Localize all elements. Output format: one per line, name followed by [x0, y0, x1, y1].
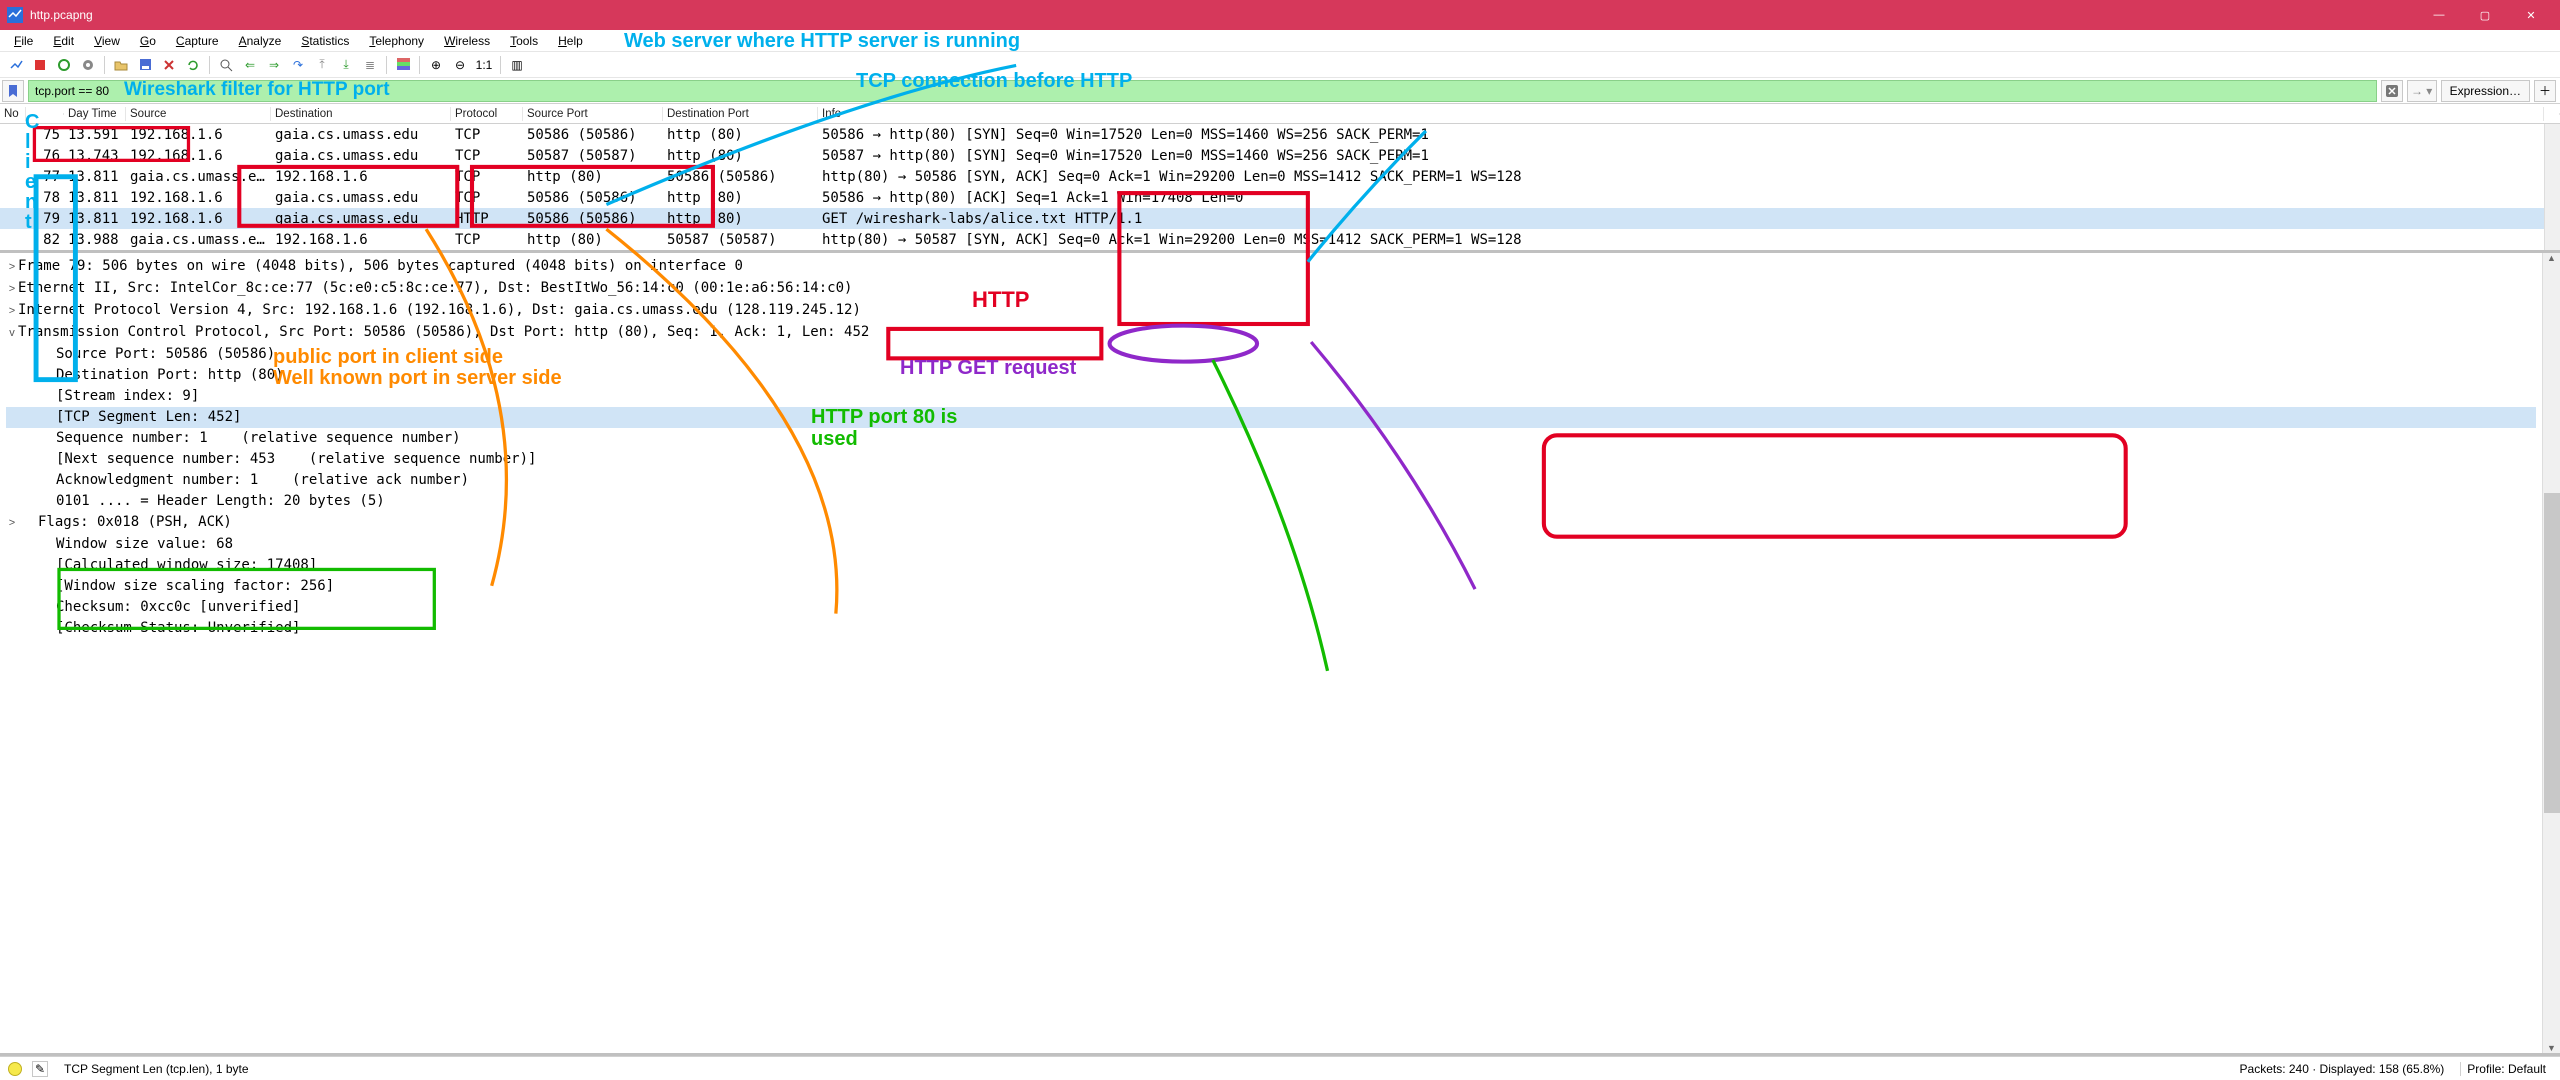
col-time[interactable]: Day Time — [64, 107, 126, 121]
detail-line[interactable]: [TCP Segment Len: 452] — [6, 407, 2536, 428]
menu-telephony[interactable]: Telephony — [359, 32, 434, 50]
packet-row[interactable]: 7613.743192.168.1.6gaia.cs.umass.eduTCP5… — [0, 145, 2560, 166]
col-source[interactable]: Source — [126, 107, 271, 121]
menu-capture[interactable]: Capture — [166, 32, 229, 50]
toolbar-goto-first-icon[interactable]: ⤒ — [312, 55, 332, 75]
detail-line[interactable]: [Checksum Status: Unverified] — [6, 618, 2536, 639]
display-filter-input[interactable] — [28, 80, 2377, 102]
filter-add-button[interactable]: ＋ — [2534, 80, 2556, 102]
col-info[interactable]: Info — [818, 107, 2544, 121]
detail-line[interactable]: >Ethernet II, Src: IntelCor_8c:ce:77 (5c… — [6, 278, 2536, 300]
detail-line[interactable]: Source Port: 50586 (50586) — [6, 344, 2536, 365]
window-titlebar: http.pcapng — ▢ ✕ — [0, 0, 2560, 30]
packet-list-pane[interactable]: No Day Time Source Destination Protocol … — [0, 104, 2560, 253]
filter-bookmark-icon[interactable] — [2, 80, 24, 102]
toolbar-restart-capture-icon[interactable] — [54, 55, 74, 75]
detail-line[interactable]: [Next sequence number: 453 (relative seq… — [6, 449, 2536, 470]
filter-apply-button[interactable]: → ▾ — [2407, 80, 2437, 102]
toolbar-resize-columns-icon[interactable]: ▥ — [507, 55, 527, 75]
menu-wireless[interactable]: Wireless — [434, 32, 500, 50]
packet-row[interactable]: 7913.811192.168.1.6gaia.cs.umass.eduHTTP… — [0, 208, 2560, 229]
detail-line[interactable]: >Flags: 0x018 (PSH, ACK) — [6, 512, 2536, 534]
toolbar-separator — [419, 56, 420, 74]
packet-row[interactable]: 8213.988gaia.cs.umass.e…192.168.1.6TCPht… — [0, 229, 2560, 250]
toolbar-separator — [500, 56, 501, 74]
toolbar-start-capture-icon[interactable] — [6, 55, 26, 75]
status-field-info: TCP Segment Len (tcp.len), 1 byte — [58, 1062, 255, 1076]
detail-line[interactable]: >Frame 79: 506 bytes on wire (4048 bits)… — [6, 256, 2536, 278]
details-scrollbar[interactable]: ▲▼ — [2542, 253, 2560, 1053]
toolbar-close-icon[interactable] — [159, 55, 179, 75]
menu-statistics[interactable]: Statistics — [291, 32, 359, 50]
toolbar-open-icon[interactable] — [111, 55, 131, 75]
window-minimize-button[interactable]: — — [2416, 0, 2462, 30]
status-packet-counts: Packets: 240 · Displayed: 158 (65.8%) — [2234, 1062, 2451, 1076]
detail-line[interactable]: Checksum: 0xcc0c [unverified] — [6, 597, 2536, 618]
col-blank — [26, 113, 64, 115]
toolbar-stop-capture-icon[interactable] — [30, 55, 50, 75]
toolbar-save-icon[interactable] — [135, 55, 155, 75]
packet-details-pane[interactable]: >Frame 79: 506 bytes on wire (4048 bits)… — [0, 253, 2560, 1056]
toolbar-colorize-icon[interactable] — [393, 55, 413, 75]
main-toolbar: ⇐ ⇒ ↷ ⤒ ⤓ ≣ ⊕ ⊖ 1:1 ▥ — [0, 52, 2560, 78]
toolbar-zoom-in-icon[interactable]: ⊕ — [426, 55, 446, 75]
packet-row[interactable]: 7513.591192.168.1.6gaia.cs.umass.eduTCP5… — [0, 124, 2560, 145]
status-bar: ✎ TCP Segment Len (tcp.len), 1 byte Pack… — [0, 1056, 2560, 1080]
status-profile[interactable]: Profile: Default — [2460, 1062, 2552, 1076]
scrollbar-thumb[interactable] — [2544, 493, 2560, 813]
detail-line[interactable]: [Window size scaling factor: 256] — [6, 576, 2536, 597]
col-no[interactable]: No — [0, 107, 26, 121]
toolbar-options-icon[interactable] — [78, 55, 98, 75]
detail-line[interactable]: Sequence number: 1 (relative sequence nu… — [6, 428, 2536, 449]
window-maximize-button[interactable]: ▢ — [2462, 0, 2508, 30]
detail-line[interactable]: 0101 .... = Header Length: 20 bytes (5) — [6, 491, 2536, 512]
packet-list-scrollbar[interactable] — [2544, 124, 2560, 250]
col-protocol[interactable]: Protocol — [451, 107, 523, 121]
toolbar-jump-icon[interactable]: ↷ — [288, 55, 308, 75]
menu-edit[interactable]: Edit — [43, 32, 84, 50]
app-logo-icon — [6, 6, 24, 24]
menu-view[interactable]: View — [84, 32, 130, 50]
packet-list-header[interactable]: No Day Time Source Destination Protocol … — [0, 104, 2560, 124]
toolbar-reload-icon[interactable] — [183, 55, 203, 75]
menu-tools[interactable]: Tools — [500, 32, 548, 50]
packet-row[interactable]: 7713.811gaia.cs.umass.e…192.168.1.6TCPht… — [0, 166, 2560, 187]
toolbar-find-icon[interactable] — [216, 55, 236, 75]
toolbar-zoom-reset-icon[interactable]: 1:1 — [474, 55, 494, 75]
toolbar-separator — [209, 56, 210, 74]
menu-go[interactable]: Go — [130, 32, 166, 50]
menu-help[interactable]: Help — [548, 32, 593, 50]
col-destination[interactable]: Destination — [271, 107, 451, 121]
edit-capture-comment-icon[interactable]: ✎ — [32, 1061, 48, 1077]
menu-analyze[interactable]: Analyze — [229, 32, 292, 50]
detail-line[interactable]: vTransmission Control Protocol, Src Port… — [6, 322, 2536, 344]
detail-line[interactable]: [Calculated window size: 17408] — [6, 555, 2536, 576]
toolbar-separator — [104, 56, 105, 74]
filter-clear-button[interactable] — [2381, 80, 2403, 102]
toolbar-autoscroll-icon[interactable]: ≣ — [360, 55, 380, 75]
window-title: http.pcapng — [30, 8, 2416, 22]
toolbar-separator — [386, 56, 387, 74]
window-close-button[interactable]: ✕ — [2508, 0, 2554, 30]
detail-line[interactable]: Acknowledgment number: 1 (relative ack n… — [6, 470, 2536, 491]
detail-line[interactable]: >Internet Protocol Version 4, Src: 192.1… — [6, 300, 2536, 322]
menu-file[interactable]: File — [4, 32, 43, 50]
col-sport[interactable]: Source Port — [523, 107, 663, 121]
toolbar-goto-last-icon[interactable]: ⤓ — [336, 55, 356, 75]
col-dport[interactable]: Destination Port — [663, 107, 818, 121]
detail-line[interactable]: Destination Port: http (80) — [6, 365, 2536, 386]
filter-expression-button[interactable]: Expression… — [2441, 80, 2530, 102]
packet-row[interactable]: 7813.811192.168.1.6gaia.cs.umass.eduTCP5… — [0, 187, 2560, 208]
toolbar-zoom-out-icon[interactable]: ⊖ — [450, 55, 470, 75]
detail-line[interactable]: Window size value: 68 — [6, 534, 2536, 555]
display-filter-bar: → ▾ Expression… ＋ — [0, 78, 2560, 104]
toolbar-prev-icon[interactable]: ⇐ — [240, 55, 260, 75]
expert-info-led-icon[interactable] — [8, 1062, 22, 1076]
toolbar-next-icon[interactable]: ⇒ — [264, 55, 284, 75]
menu-bar: File Edit View Go Capture Analyze Statis… — [0, 30, 2560, 52]
detail-line[interactable]: [Stream index: 9] — [6, 386, 2536, 407]
